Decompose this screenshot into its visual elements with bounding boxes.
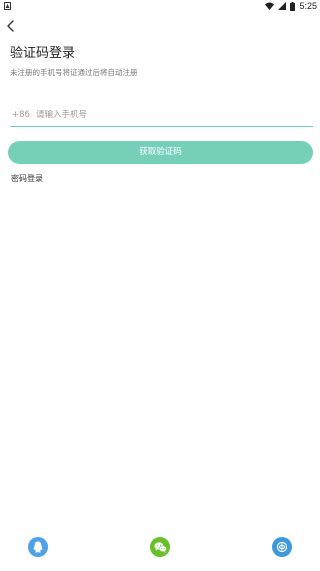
notification-icon <box>4 2 11 10</box>
page-title: 验证码登录 <box>10 46 76 61</box>
weibo-login-button[interactable] <box>272 537 292 557</box>
status-time: 5:25 <box>299 1 317 11</box>
qq-login-button[interactable] <box>28 537 48 557</box>
wechat-login-button[interactable] <box>150 537 170 557</box>
chevron-left-icon <box>7 20 14 32</box>
page-subtitle: 未注册的手机号将证通过后将自动注册 <box>10 68 138 77</box>
back-button[interactable] <box>4 18 18 34</box>
status-right: 5:25 <box>265 0 317 12</box>
password-login-link[interactable]: 密码登录 <box>11 173 43 184</box>
weibo-icon <box>276 541 288 553</box>
qq-icon <box>33 541 43 553</box>
wifi-icon <box>265 2 275 10</box>
get-code-button[interactable]: 获取验证码 <box>8 141 313 164</box>
wechat-icon <box>153 541 167 553</box>
status-bar: 5:25 <box>0 0 320 12</box>
phone-input[interactable] <box>35 110 276 120</box>
country-code[interactable]: +86 <box>12 110 30 120</box>
signal-icon <box>278 2 287 10</box>
phone-field: +86 <box>10 104 313 127</box>
battery-icon <box>290 1 296 11</box>
